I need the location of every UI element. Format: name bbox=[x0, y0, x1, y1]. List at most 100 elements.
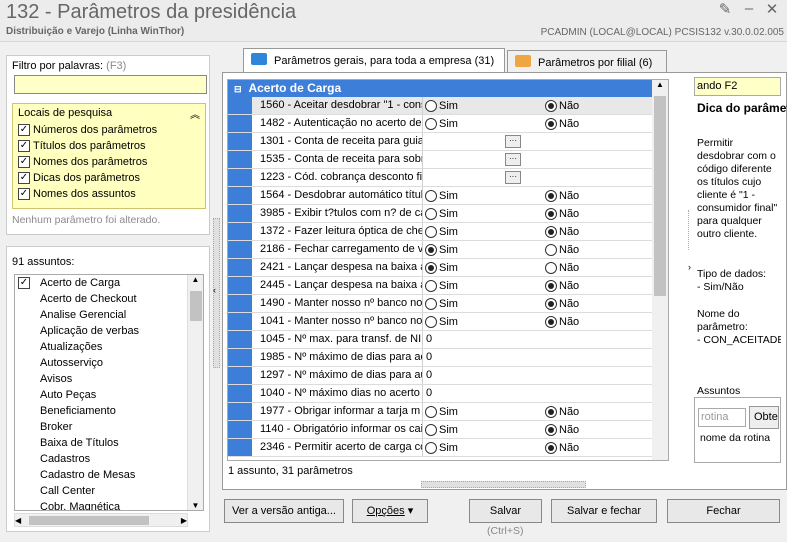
radio-sim[interactable]: Sim bbox=[425, 224, 458, 241]
checkbox[interactable]: ✓ bbox=[18, 140, 30, 152]
radio-icon[interactable] bbox=[425, 208, 437, 221]
checkbox[interactable]: ✓ bbox=[18, 156, 30, 168]
radio-nao[interactable]: Não bbox=[545, 206, 579, 223]
table-row[interactable]: 1140 - Obrigatório informar os cai Sim Não bbox=[228, 421, 668, 439]
scroll-left-icon[interactable]: ◀ bbox=[15, 516, 21, 525]
radio-sim[interactable]: Sim bbox=[425, 296, 458, 313]
table-row[interactable]: 1223 - Cód. cobrança desconto fi ··· bbox=[228, 169, 668, 187]
ellipsis-button[interactable]: ··· bbox=[505, 135, 521, 148]
radio-icon[interactable] bbox=[545, 244, 557, 257]
radio-nao[interactable]: Não bbox=[545, 260, 579, 277]
radio-sim[interactable]: Sim bbox=[425, 440, 458, 457]
help-search[interactable]: ando F2 bbox=[694, 77, 781, 96]
radio-icon[interactable] bbox=[545, 406, 557, 419]
radio-icon[interactable] bbox=[545, 280, 557, 293]
radio-icon[interactable] bbox=[425, 190, 437, 203]
param-value[interactable]: Sim Não bbox=[423, 295, 668, 312]
radio-nao[interactable]: Não bbox=[545, 116, 579, 133]
check-nomes[interactable]: ✓ Nomes dos parâmetros bbox=[13, 154, 205, 170]
horizontal-splitter[interactable] bbox=[421, 481, 586, 488]
table-row[interactable]: 2186 - Fechar carregamento de v Sim Não bbox=[228, 241, 668, 259]
list-item[interactable]: Auto Peças bbox=[15, 387, 203, 403]
radio-icon[interactable] bbox=[545, 424, 557, 437]
param-value[interactable]: Sim Não bbox=[423, 277, 668, 294]
table-row[interactable]: 1977 - Obrigar informar a tarja m Sim Não bbox=[228, 403, 668, 421]
close-button[interactable]: Fechar bbox=[667, 499, 780, 523]
checkbox[interactable]: ✓ bbox=[18, 172, 30, 184]
table-row[interactable]: 1482 - Autenticação no acerto de Sim Não bbox=[228, 115, 668, 133]
table-row[interactable]: 2346 - Permitir acerto de carga co Sim Não bbox=[228, 439, 668, 457]
radio-nao[interactable]: Não bbox=[545, 296, 579, 313]
param-value[interactable]: ··· bbox=[423, 151, 668, 168]
radio-nao[interactable]: Não bbox=[545, 440, 579, 457]
scroll-down-icon[interactable]: ▼ bbox=[188, 501, 203, 510]
radio-icon[interactable] bbox=[425, 316, 437, 329]
chevron-up-icon[interactable]: ︽ bbox=[190, 106, 200, 121]
rotina-input[interactable]: rotina bbox=[698, 408, 746, 427]
list-item[interactable]: Cobr. Magnética bbox=[15, 499, 203, 510]
param-value[interactable]: ··· bbox=[423, 133, 668, 150]
table-row[interactable]: 1040 - Nº máximo dias no acerto c0 bbox=[228, 385, 668, 403]
param-value[interactable]: Sim Não bbox=[423, 115, 668, 132]
radio-sim[interactable]: Sim bbox=[425, 314, 458, 331]
check-dicas[interactable]: ✓ Dicas dos parâmetros bbox=[13, 170, 205, 186]
radio-icon[interactable] bbox=[425, 424, 437, 437]
right-splitter[interactable] bbox=[688, 210, 692, 250]
ellipsis-button[interactable]: ··· bbox=[505, 171, 521, 184]
radio-icon[interactable] bbox=[425, 100, 437, 113]
table-row[interactable]: 1301 - Conta de receita para guia ··· bbox=[228, 133, 668, 151]
close-icon[interactable]: ✕ bbox=[761, 0, 783, 18]
radio-nao[interactable]: Não bbox=[545, 314, 579, 331]
list-item[interactable]: Autosserviço bbox=[15, 355, 203, 371]
check-assuntos[interactable]: ✓ Nomes dos assuntos bbox=[13, 186, 205, 202]
radio-icon[interactable] bbox=[425, 442, 437, 455]
radio-icon[interactable] bbox=[425, 298, 437, 311]
list-item[interactable]: ✓ Acerto de Carga bbox=[15, 275, 203, 291]
radio-nao[interactable]: Não bbox=[545, 404, 579, 421]
param-value[interactable]: Sim Não bbox=[423, 205, 668, 222]
radio-nao[interactable]: Não bbox=[545, 98, 579, 115]
param-value[interactable]: Sim Não bbox=[423, 259, 668, 276]
scroll-thumb[interactable] bbox=[190, 291, 202, 321]
radio-sim[interactable]: Sim bbox=[425, 116, 458, 133]
radio-icon[interactable] bbox=[545, 298, 557, 311]
list-item[interactable]: Aplicação de verbas bbox=[15, 323, 203, 339]
scroll-up-icon[interactable]: ▲ bbox=[652, 80, 668, 89]
radio-icon[interactable] bbox=[425, 244, 437, 257]
radio-nao[interactable]: Não bbox=[545, 188, 579, 205]
save-button[interactable]: Salvar bbox=[469, 499, 542, 523]
save-close-button[interactable]: Salvar e fechar bbox=[551, 499, 657, 523]
list-item[interactable]: Analise Gerencial bbox=[15, 307, 203, 323]
list-item[interactable]: Cadastros bbox=[15, 451, 203, 467]
list-item[interactable]: Avisos bbox=[15, 371, 203, 387]
radio-icon[interactable] bbox=[545, 262, 557, 275]
radio-nao[interactable]: Não bbox=[545, 242, 579, 259]
subjects-hscrollbar[interactable]: ◀ ▶ bbox=[14, 513, 188, 527]
radio-icon[interactable] bbox=[545, 208, 557, 221]
scroll-right-icon[interactable]: ▶ bbox=[181, 516, 187, 525]
radio-icon[interactable] bbox=[425, 226, 437, 239]
radio-icon[interactable] bbox=[545, 190, 557, 203]
obter-button[interactable]: Obte bbox=[749, 406, 779, 429]
param-value[interactable]: Sim Não bbox=[423, 403, 668, 420]
check-titulos[interactable]: ✓ Títulos dos parâmetros bbox=[13, 138, 205, 154]
param-value[interactable]: Sim Não bbox=[423, 223, 668, 240]
subjects-scrollbar[interactable]: ▲ ▼ bbox=[187, 275, 203, 510]
radio-icon[interactable] bbox=[425, 118, 437, 131]
radio-icon[interactable] bbox=[425, 280, 437, 293]
radio-sim[interactable]: Sim bbox=[425, 242, 458, 259]
grid-scrollbar[interactable]: ▲ bbox=[652, 80, 668, 460]
checkbox[interactable]: ✓ bbox=[18, 188, 30, 200]
group-header[interactable]: ⊟ Acerto de Carga bbox=[228, 80, 668, 97]
table-row[interactable]: 1985 - Nº máximo de dias para ac 0 bbox=[228, 349, 668, 367]
param-value[interactable]: 0 bbox=[423, 331, 668, 348]
table-row[interactable]: 1490 - Manter nosso nº banco no Sim Não bbox=[228, 295, 668, 313]
param-value[interactable]: Sim Não bbox=[423, 187, 668, 204]
filter-input[interactable] bbox=[14, 75, 207, 94]
table-row[interactable]: 1564 - Desdobrar automático títul Sim Não bbox=[228, 187, 668, 205]
list-item[interactable]: Atualizações bbox=[15, 339, 203, 355]
table-row[interactable]: 3985 - Exibir t?tulos com n? de ca Sim Não bbox=[228, 205, 668, 223]
radio-icon[interactable] bbox=[545, 226, 557, 239]
param-value[interactable]: Sim Não bbox=[423, 313, 668, 330]
table-row[interactable]: 1560 - Aceitar desdobrar "1 - cons Sim Não bbox=[228, 97, 668, 115]
